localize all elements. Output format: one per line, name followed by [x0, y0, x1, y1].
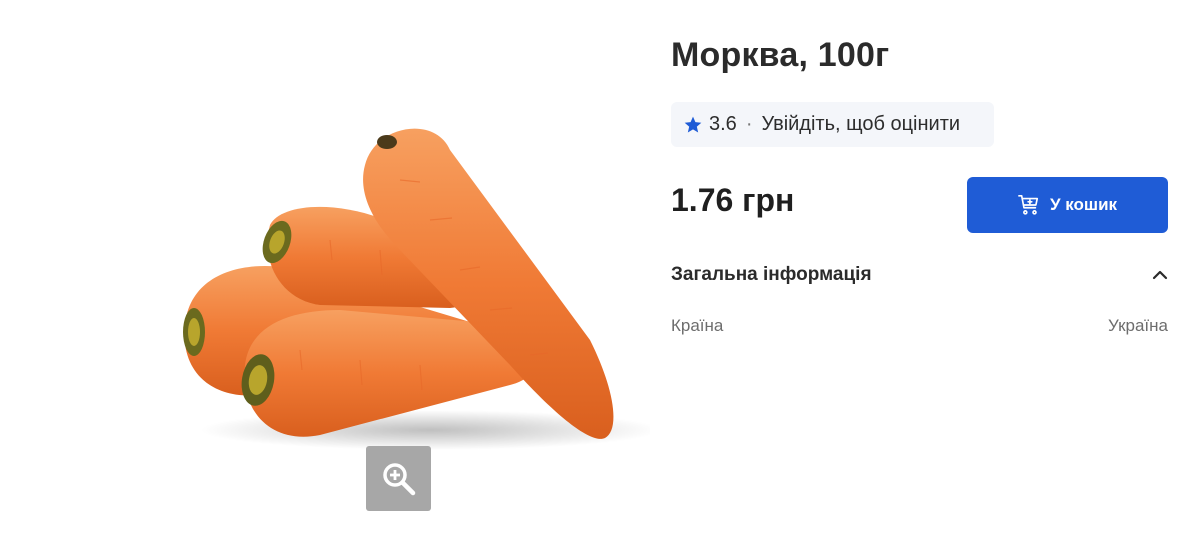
general-info-toggle[interactable]: Загальна інформація [671, 258, 1168, 292]
add-to-cart-button[interactable]: У кошик [967, 177, 1168, 233]
info-row-value: Україна [1108, 316, 1168, 335]
info-row-label: Країна [671, 316, 724, 335]
cart-plus-icon [1018, 195, 1039, 215]
product-price: 1.76 грн [671, 182, 795, 218]
rating-separator: · [745, 113, 753, 135]
product-image[interactable] [150, 110, 650, 460]
general-info-title: Загальна інформація [671, 264, 872, 285]
info-row-country: Країна Україна [671, 316, 1168, 336]
product-title: Морква, 100г [671, 36, 890, 74]
zoom-button[interactable] [366, 446, 431, 511]
login-to-rate-link[interactable]: Увійдіть, щоб оцінити [761, 113, 960, 136]
rating-bar: 3.6 · Увійдіть, щоб оцінити [671, 102, 994, 147]
add-to-cart-label: У кошик [1049, 195, 1118, 214]
rating-value: 3.6 [709, 113, 737, 135]
star-icon [684, 116, 702, 132]
zoom-in-icon [382, 462, 415, 495]
chevron-up-icon [1152, 270, 1168, 280]
